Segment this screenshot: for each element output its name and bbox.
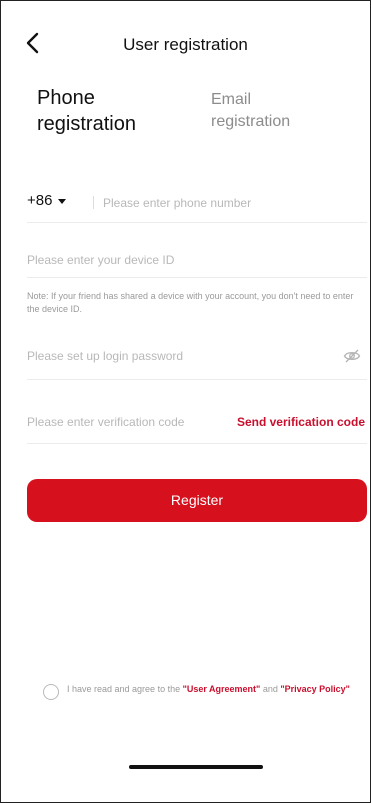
password-visibility-toggle[interactable] — [343, 347, 361, 365]
verification-row: Send verification code — [27, 403, 367, 444]
device-row — [27, 243, 367, 278]
registration-tabs: Phone registration Email registration — [37, 85, 337, 145]
tab-email-registration[interactable]: Email registration — [211, 89, 331, 133]
device-id-note: Note: If your friend has shared a device… — [27, 291, 354, 314]
agree-checkbox[interactable] — [43, 684, 59, 700]
eye-off-icon — [343, 349, 361, 363]
send-code-button[interactable]: Send verification code — [237, 415, 365, 429]
screen: User registration Phone registration Ema… — [0, 0, 371, 803]
country-code-value: +86 — [27, 192, 53, 209]
password-input[interactable] — [27, 345, 327, 367]
phone-input[interactable] — [103, 192, 353, 214]
divider — [93, 196, 94, 209]
password-row — [27, 337, 367, 380]
country-code-select[interactable]: +86 — [27, 192, 67, 209]
page-title: User registration — [123, 35, 248, 54]
device-id-input[interactable] — [27, 249, 357, 271]
agreement-prefix: I have read and agree to the — [67, 684, 183, 694]
register-button[interactable]: Register — [27, 479, 367, 522]
caret-down-icon — [58, 198, 67, 204]
agreement-and: and — [260, 684, 281, 694]
verification-code-input[interactable] — [27, 411, 219, 433]
privacy-policy-link[interactable]: "Privacy Policy" — [280, 684, 350, 694]
tab-phone-registration[interactable]: Phone registration — [37, 85, 177, 137]
user-agreement-link[interactable]: "User Agreement" — [183, 684, 261, 694]
agreement-text: I have read and agree to the "User Agree… — [67, 682, 363, 697]
phone-row: +86 — [27, 184, 367, 223]
home-indicator — [129, 765, 263, 769]
app-header: User registration — [1, 23, 370, 63]
